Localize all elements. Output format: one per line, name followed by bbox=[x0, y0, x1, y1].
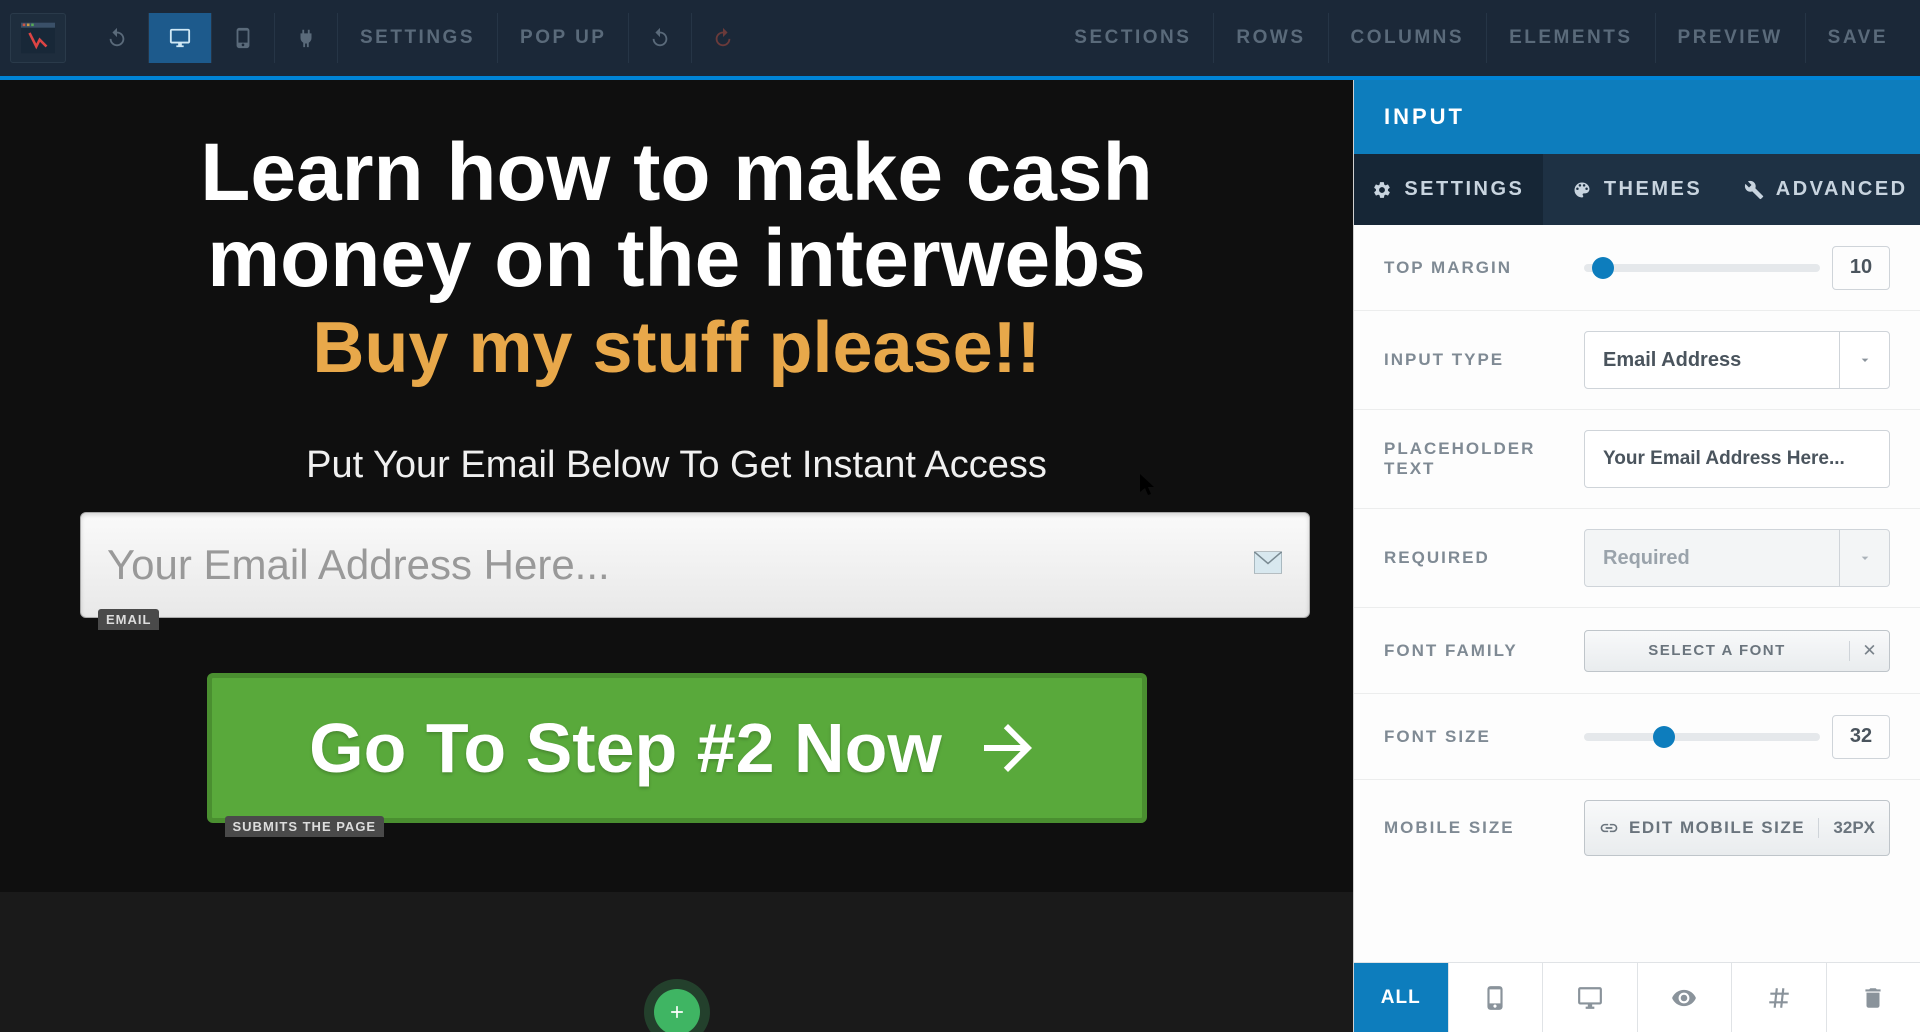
close-icon[interactable]: ✕ bbox=[1849, 641, 1889, 661]
desktop-view-button[interactable] bbox=[149, 13, 212, 63]
add-section-button[interactable] bbox=[654, 989, 700, 1032]
edit-mobile-size-button[interactable]: EDIT MOBILE SIZE 32PX bbox=[1584, 800, 1890, 856]
mobile-view-button[interactable] bbox=[212, 13, 275, 63]
top-toolbar: SETTINGS POP UP SECTIONS ROWS COLUMNS EL… bbox=[0, 0, 1920, 80]
trash-icon bbox=[1860, 985, 1886, 1011]
footer-tab-desktop[interactable] bbox=[1543, 963, 1638, 1032]
palette-icon bbox=[1572, 180, 1592, 200]
required-select[interactable]: Required bbox=[1584, 529, 1890, 587]
arrow-right-icon bbox=[972, 712, 1044, 784]
history-undo-button[interactable] bbox=[629, 13, 692, 63]
headline-text[interactable]: Learn how to make cash money on the inte… bbox=[80, 130, 1273, 302]
select-font-button[interactable]: SELECT A FONT ✕ bbox=[1584, 630, 1890, 672]
cta-button[interactable]: Go To Step #2 Now bbox=[207, 673, 1147, 823]
sections-button[interactable]: SECTIONS bbox=[1052, 13, 1214, 63]
tab-settings[interactable]: SETTINGS bbox=[1354, 154, 1543, 225]
mobile-size-label: MOBILE SIZE bbox=[1384, 818, 1584, 838]
subheadline-text[interactable]: Buy my stuff please!! bbox=[80, 307, 1273, 389]
top-margin-value[interactable]: 10 bbox=[1832, 246, 1890, 290]
plug-icon-button[interactable] bbox=[275, 13, 338, 63]
panel-tabs: SETTINGS THEMES ADVANCED bbox=[1354, 154, 1920, 225]
wrench-icon bbox=[1744, 180, 1764, 200]
footer-tab-hash[interactable] bbox=[1732, 963, 1827, 1032]
preview-button[interactable]: PREVIEW bbox=[1656, 13, 1806, 63]
email-input-element[interactable]: EMAIL bbox=[80, 512, 1310, 618]
instruction-text[interactable]: Put Your Email Below To Get Instant Acce… bbox=[80, 444, 1273, 487]
top-margin-label: TOP MARGIN bbox=[1384, 258, 1584, 278]
font-size-label: FONT SIZE bbox=[1384, 727, 1584, 747]
email-input[interactable] bbox=[80, 512, 1310, 618]
eye-icon bbox=[1671, 985, 1697, 1011]
columns-button[interactable]: COLUMNS bbox=[1329, 13, 1488, 63]
save-button[interactable]: SAVE bbox=[1806, 13, 1910, 63]
footer-tab-delete[interactable] bbox=[1827, 963, 1920, 1032]
gear-icon bbox=[1372, 180, 1392, 200]
placeholder-text-label: PLACEHOLDER TEXT bbox=[1384, 439, 1584, 479]
monitor-icon bbox=[1577, 985, 1603, 1011]
rows-button[interactable]: ROWS bbox=[1214, 13, 1328, 63]
cta-label: Go To Step #2 Now bbox=[309, 708, 942, 788]
input-type-label: INPUT TYPE bbox=[1384, 350, 1584, 370]
undo-button[interactable] bbox=[86, 13, 149, 63]
font-family-label: FONT FAMILY bbox=[1384, 641, 1584, 661]
app-logo[interactable] bbox=[10, 13, 66, 63]
input-type-select[interactable]: Email Address bbox=[1584, 331, 1890, 389]
popup-button[interactable]: POP UP bbox=[498, 13, 629, 63]
font-size-value[interactable]: 32 bbox=[1832, 715, 1890, 759]
placeholder-text-input[interactable] bbox=[1584, 430, 1890, 488]
footer-tab-visibility[interactable] bbox=[1638, 963, 1733, 1032]
email-element-badge: EMAIL bbox=[98, 609, 159, 630]
phone-icon bbox=[1482, 985, 1508, 1011]
panel-title: INPUT bbox=[1354, 80, 1920, 154]
chevron-down-icon bbox=[1839, 332, 1889, 388]
footer-tab-mobile[interactable] bbox=[1449, 963, 1544, 1032]
envelope-icon bbox=[1254, 552, 1282, 579]
canvas-area: Learn how to make cash money on the inte… bbox=[0, 80, 1353, 1032]
hash-icon bbox=[1766, 985, 1792, 1011]
tab-themes[interactable]: THEMES bbox=[1543, 154, 1732, 225]
required-label: REQUIRED bbox=[1384, 548, 1584, 568]
history-redo-button[interactable] bbox=[692, 13, 754, 63]
top-margin-slider[interactable] bbox=[1584, 264, 1820, 272]
chevron-down-icon bbox=[1839, 530, 1889, 586]
cta-element-badge: SUBMITS THE PAGE bbox=[225, 816, 385, 837]
properties-panel: INPUT SETTINGS THEMES ADVANCED TOP MARGI… bbox=[1353, 80, 1920, 1032]
font-size-slider[interactable] bbox=[1584, 733, 1820, 741]
tab-advanced[interactable]: ADVANCED bbox=[1731, 154, 1920, 225]
elements-button[interactable]: ELEMENTS bbox=[1487, 13, 1655, 63]
panel-footer-tabs: ALL bbox=[1354, 962, 1920, 1032]
settings-button[interactable]: SETTINGS bbox=[338, 13, 498, 63]
cta-button-element[interactable]: Go To Step #2 Now SUBMITS THE PAGE bbox=[207, 673, 1147, 823]
link-icon bbox=[1599, 818, 1619, 838]
footer-tab-all[interactable]: ALL bbox=[1354, 963, 1449, 1032]
